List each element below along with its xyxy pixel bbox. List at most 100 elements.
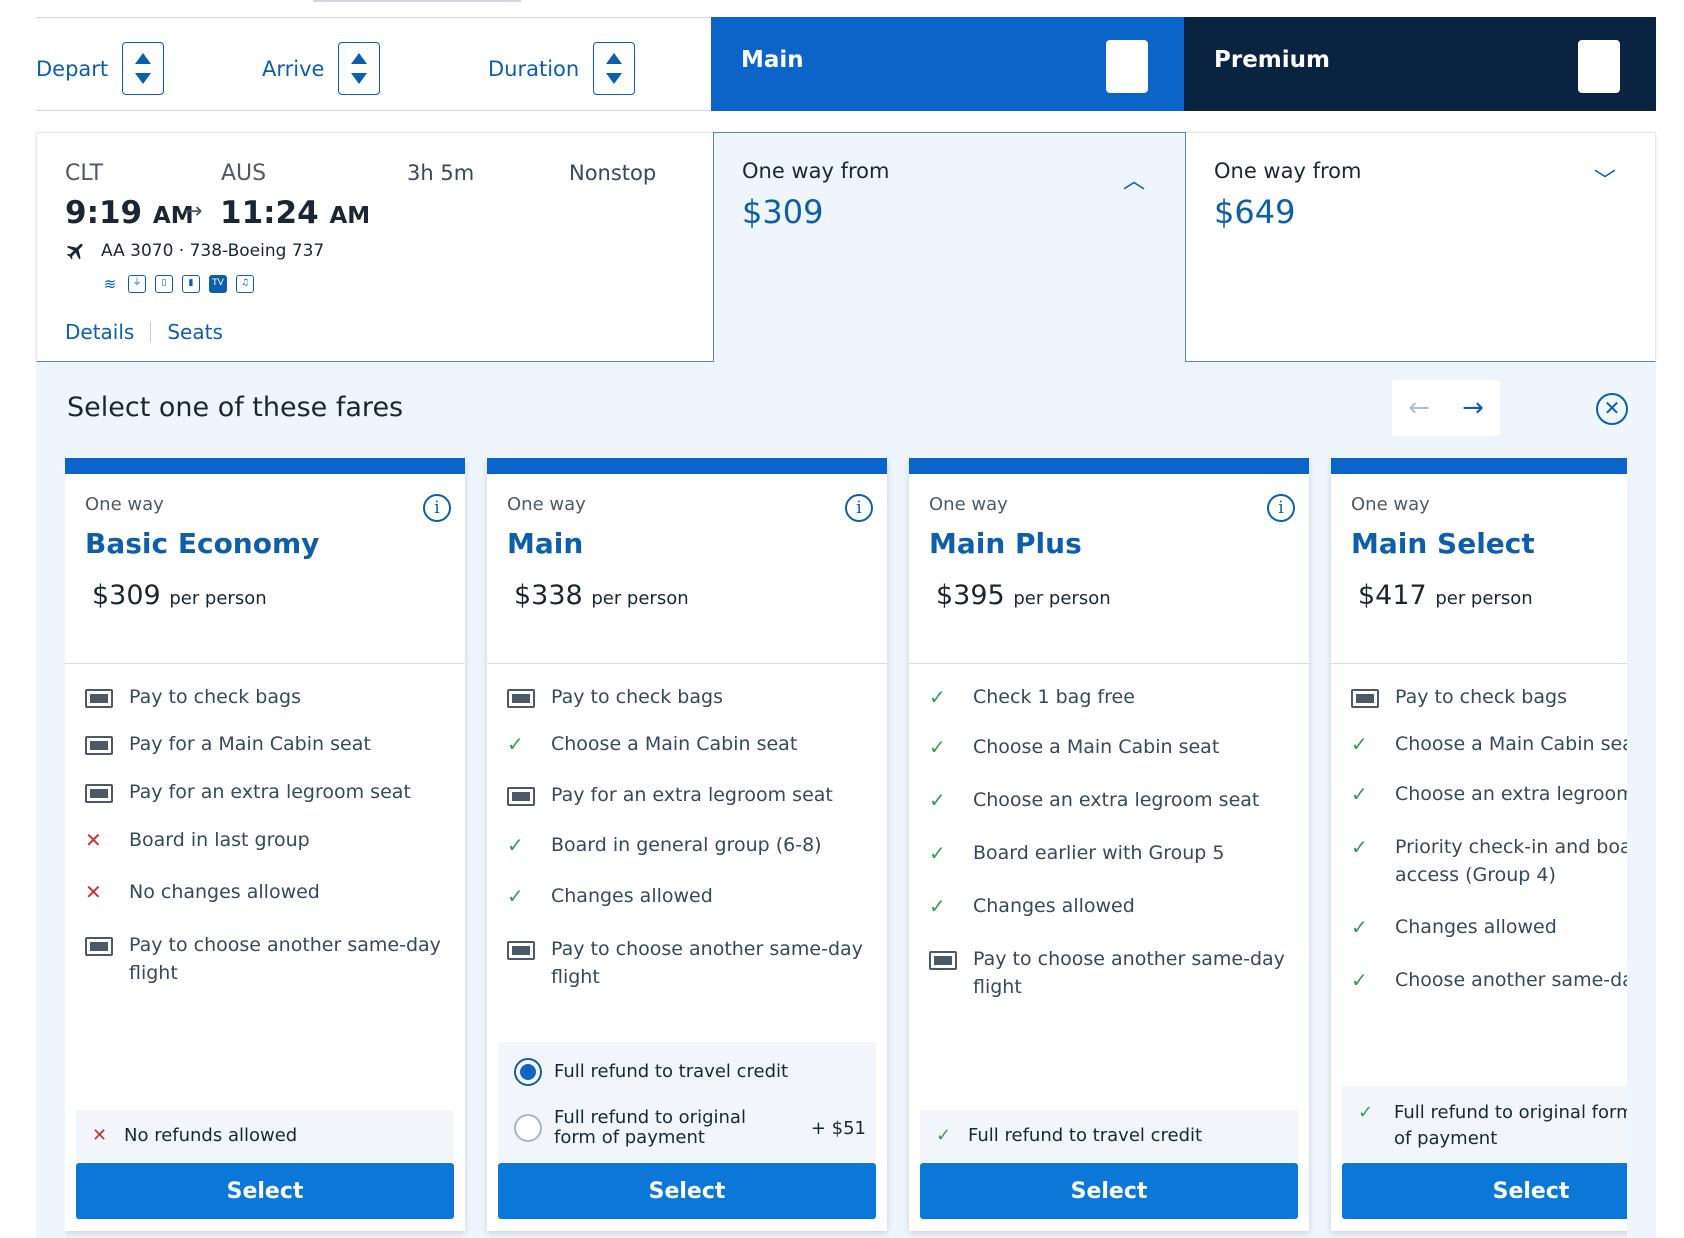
feature-text: Choose a Main Cabin seat: [973, 736, 1220, 758]
panel-title: Select one of these fares: [67, 392, 404, 423]
feature-row: Pay to check bags: [1351, 683, 1627, 715]
sort-bar: Depart Arrive Duration: [36, 17, 710, 111]
select-button[interactable]: Select: [920, 1163, 1298, 1219]
sort-premium-button[interactable]: [1578, 40, 1620, 93]
feature-text: Pay for an extra legroom seat: [129, 781, 411, 803]
feature-text: Choose another same-day: [1395, 969, 1627, 991]
arrive-ampm: AM: [329, 203, 371, 229]
arrive-time: 11:24 AM: [220, 195, 370, 231]
sort-down-icon: [351, 73, 368, 84]
cabin-tab-main[interactable]: Main: [711, 17, 1184, 111]
money-icon: [507, 781, 551, 813]
details-link[interactable]: Details: [65, 320, 134, 344]
arrow-right-icon[interactable]: →: [1462, 393, 1484, 423]
flight-number: AA 3070 · 738-Boeing 737: [65, 240, 324, 262]
seats-link[interactable]: Seats: [167, 320, 223, 344]
radio-selected[interactable]: [514, 1058, 542, 1086]
fare-card-price: $395 per person: [936, 580, 1289, 611]
check-icon: ✓: [929, 788, 946, 812]
fare-summary-premium[interactable]: One way from $649 ﹀: [1186, 133, 1656, 361]
close-icon[interactable]: ✕: [1596, 393, 1628, 425]
money-icon: [85, 730, 129, 762]
sort-up-icon: [351, 53, 368, 64]
refund-box: ✓ Full refund to travel credit: [920, 1110, 1298, 1162]
sort-arrive-button[interactable]: [338, 42, 381, 95]
feature-text: Choose an extra legroom se: [1395, 783, 1627, 805]
sort-arrive: Arrive: [262, 42, 381, 95]
refund-option-2-text: Full refund to original form of payment: [554, 1107, 746, 1148]
card-pager: ← →: [1392, 380, 1500, 436]
refund-option-1[interactable]: Full refund to travel credit: [514, 1058, 788, 1086]
fare-card-price-value: $395: [936, 580, 1005, 611]
check-icon: ✓: [507, 833, 524, 857]
sort-duration-button[interactable]: [593, 42, 636, 95]
radio-unselected[interactable]: [514, 1114, 542, 1142]
feature-row: Pay to choose another same-day flight: [929, 945, 1303, 1001]
refund-line: ✓ Full refund to original form of payment: [1358, 1100, 1627, 1152]
fare-summary-main[interactable]: One way from $309 ︿: [713, 132, 1186, 362]
refund-option-2[interactable]: Full refund to original form of payment: [514, 1108, 754, 1148]
info-icon[interactable]: i: [423, 494, 451, 522]
check-icon: ✓: [507, 732, 524, 756]
info-icon[interactable]: i: [1267, 494, 1295, 522]
fare-main-price: $309: [742, 193, 824, 231]
refund-text: No refunds allowed: [124, 1125, 298, 1146]
sort-down-icon: [1591, 71, 1607, 82]
flight-stops: Nonstop: [569, 161, 657, 185]
chevron-down-icon[interactable]: ﹀: [1594, 163, 1616, 195]
fares-panel: Select one of these fares ← → ✕ One way …: [36, 362, 1656, 1238]
info-icon[interactable]: i: [845, 494, 873, 522]
phone-icon: ▮: [182, 275, 200, 293]
cross-icon: ✕: [92, 1125, 108, 1146]
feature-text: Pay to choose another same-day flight: [551, 938, 863, 988]
sort-up-icon: [606, 53, 623, 64]
fare-card-per: per person: [1013, 588, 1111, 609]
feature-text: Pay for an extra legroom seat: [551, 784, 833, 806]
select-button[interactable]: Select: [1342, 1163, 1627, 1219]
fare-card-price-value: $338: [514, 580, 583, 611]
sort-duration-label[interactable]: Duration: [488, 57, 579, 81]
fare-card-price: $338 per person: [514, 580, 867, 611]
feature-row: ✓ Choose another same-day: [1351, 966, 1627, 994]
fare-card-main-select: One way Main Select $417 per person Pay …: [1331, 458, 1627, 1231]
fare-card-main-plus: One way Main Plus $395 per person i ✓ Che…: [909, 458, 1309, 1231]
feature-row: ✓ Changes allowed: [507, 882, 881, 910]
money-icon: [85, 778, 129, 810]
music-icon: ♫: [236, 275, 254, 293]
feature-text: Pay to choose another same-day flight: [129, 934, 441, 984]
cabin-tab-premium[interactable]: Premium: [1184, 17, 1656, 111]
select-button[interactable]: Select: [76, 1163, 454, 1219]
feature-row: Pay for an extra legroom seat: [85, 778, 459, 810]
arrow-left-icon[interactable]: ←: [1408, 393, 1430, 423]
fare-card-header: One way Main $338 per person i: [487, 474, 887, 664]
money-icon: [85, 683, 129, 715]
fare-card-oneway: One way: [85, 494, 164, 515]
fare-card-header: One way Basic Economy $309 per person i: [65, 474, 465, 664]
sort-depart-button[interactable]: [122, 42, 165, 95]
feature-row: Pay for an extra legroom seat: [507, 781, 881, 813]
feature-text: Choose a Main Cabin seat: [1395, 733, 1627, 755]
feature-row: ✓ Changes allowed: [1351, 913, 1627, 941]
check-icon: ✓: [1351, 915, 1368, 939]
refund-box: ✓ Full refund to original form of payment: [1342, 1086, 1627, 1162]
refund-option-1-text: Full refund to travel credit: [554, 1061, 789, 1082]
fare-card-price-value: $417: [1358, 580, 1427, 611]
chevron-up-icon[interactable]: ︿: [1123, 163, 1145, 195]
fare-card-per: per person: [169, 588, 267, 609]
feature-text: Pay to check bags: [1395, 686, 1567, 708]
sort-depart-label[interactable]: Depart: [36, 57, 108, 81]
feature-text: Changes allowed: [973, 895, 1135, 917]
feature-row: ✓ Priority check-in and board access (Gro…: [1351, 833, 1627, 889]
flight-info: CLT AUS 9:19 AM → 11:24 AM 3h 5m Nonstop…: [37, 133, 713, 361]
check-icon: ✓: [929, 841, 946, 865]
money-icon: [1351, 683, 1395, 715]
fare-premium-label: One way from: [1214, 159, 1362, 183]
check-icon: ✓: [929, 894, 946, 918]
feature-text: Check 1 bag free: [973, 686, 1135, 708]
cabin-tab-premium-label: Premium: [1214, 47, 1330, 73]
select-button[interactable]: Select: [498, 1163, 876, 1219]
cabin-tab-main-label: Main: [741, 47, 804, 73]
sort-arrive-label[interactable]: Arrive: [262, 57, 324, 81]
sort-main-button[interactable]: [1106, 40, 1148, 93]
feature-text: Choose a Main Cabin seat: [551, 733, 798, 755]
